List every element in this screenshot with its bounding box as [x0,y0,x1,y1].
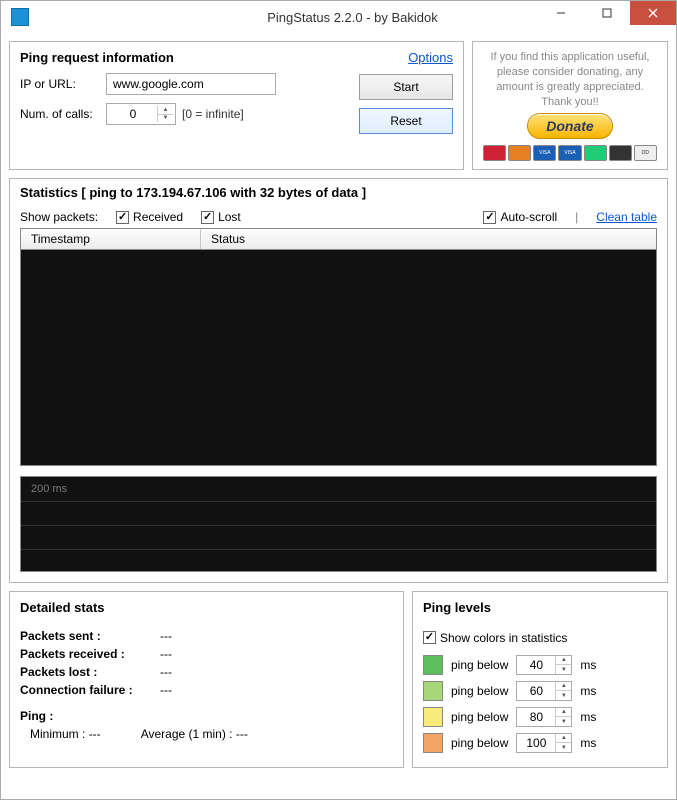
donate-panel: If you find this application useful, ple… [472,41,668,170]
packet-table-body[interactable] [20,250,657,466]
level-unit: ms [580,658,596,672]
ping-levels-panel: Ping levels Show colors in statistics pi… [412,591,668,768]
ping-graph: 200 ms [20,476,657,572]
detailed-stats-panel: Detailed stats Packets sent :--- Packets… [9,591,404,768]
calls-hint: [0 = infinite] [182,107,244,121]
packets-sent-value: --- [160,629,172,643]
col-status[interactable]: Status [201,229,656,249]
spinner-icon[interactable]: ▲▼ [555,656,571,674]
checkbox-icon [483,211,496,224]
ip-label: IP or URL: [20,77,100,91]
level-unit: ms [580,736,596,750]
num-calls-label: Num. of calls: [20,107,100,121]
donate-text: If you find this application useful, ple… [483,50,657,109]
ping-request-title: Ping request information [20,50,174,65]
color-swatch [423,681,443,701]
connection-failure-value: --- [160,683,172,697]
clean-table-link[interactable]: Clean table [596,210,657,224]
num-calls-input[interactable]: 0 ▲▼ [106,103,176,125]
ping-level-row: ping below 60▲▼ ms [423,681,657,701]
spinner-icon[interactable]: ▲▼ [555,708,571,726]
received-checkbox[interactable]: Received [116,210,183,224]
app-icon [11,8,29,26]
graph-scale-label: 200 ms [31,483,67,495]
auto-scroll-checkbox[interactable]: Auto-scroll [483,210,557,224]
level-label: ping below [451,710,508,724]
ping-average-value: --- [236,727,248,741]
show-colors-checkbox[interactable]: Show colors in statistics [423,631,567,645]
donate-button[interactable]: Donate [527,113,612,139]
spinner-icon[interactable]: ▲▼ [555,734,571,752]
level-label: ping below [451,684,508,698]
col-timestamp[interactable]: Timestamp [21,229,201,249]
ping-level-row: ping below 40▲▼ ms [423,655,657,675]
payment-cards: VISA VISA DD [483,145,657,161]
level-unit: ms [580,684,596,698]
color-swatch [423,733,443,753]
color-swatch [423,707,443,727]
checkbox-icon [423,631,436,644]
packets-received-value: --- [160,647,172,661]
checkbox-icon [116,211,129,224]
level-threshold-input[interactable]: 60▲▼ [516,681,572,701]
statistics-title: Statistics [ ping to 173.194.67.106 with… [20,185,657,200]
ping-request-panel: Ping request information Options IP or U… [9,41,464,170]
level-unit: ms [580,710,596,724]
spinner-icon[interactable]: ▲▼ [157,106,173,122]
lost-checkbox[interactable]: Lost [201,210,241,224]
level-threshold-input[interactable]: 80▲▼ [516,707,572,727]
level-threshold-input[interactable]: 100▲▼ [516,733,572,753]
ip-url-input[interactable] [106,73,276,95]
level-label: ping below [451,658,508,672]
ping-levels-title: Ping levels [423,600,657,615]
level-threshold-input[interactable]: 40▲▼ [516,655,572,675]
ping-level-row: ping below 80▲▼ ms [423,707,657,727]
ping-minimum-value: --- [89,727,101,741]
options-link[interactable]: Options [408,50,453,65]
reset-button[interactable]: Reset [359,108,453,134]
maximize-button[interactable] [584,1,630,25]
spinner-icon[interactable]: ▲▼ [555,682,571,700]
level-label: ping below [451,736,508,750]
minimize-button[interactable] [538,1,584,25]
packets-lost-value: --- [160,665,172,679]
ping-level-row: ping below 100▲▼ ms [423,733,657,753]
color-swatch [423,655,443,675]
window-titlebar: PingStatus 2.2.0 - by Bakidok [1,1,676,33]
statistics-panel: Statistics [ ping to 173.194.67.106 with… [9,178,668,583]
detailed-stats-title: Detailed stats [20,600,393,615]
packet-table-header: Timestamp Status [20,228,657,250]
close-button[interactable] [630,1,676,25]
checkbox-icon [201,211,214,224]
start-button[interactable]: Start [359,74,453,100]
show-packets-label: Show packets: [20,210,98,224]
